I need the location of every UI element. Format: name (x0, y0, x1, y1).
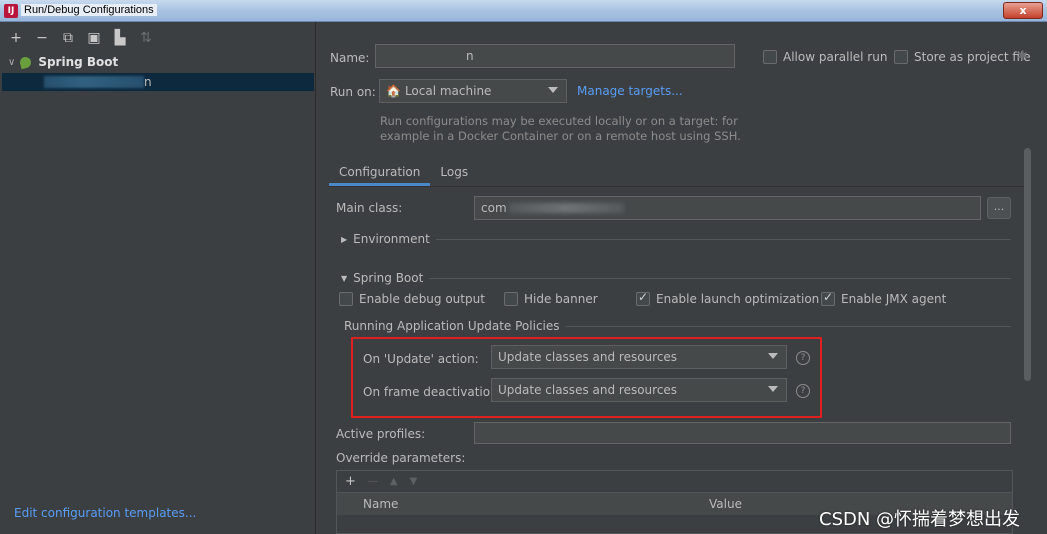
on-update-value: Update classes and resources (498, 350, 678, 364)
tab-configuration[interactable]: Configuration (329, 160, 431, 186)
name-field[interactable]: n (375, 44, 735, 68)
configuration-editor: Name: n Allow parallel run Store as proj… (317, 22, 1047, 534)
on-frame-value: Update classes and resources (498, 383, 678, 397)
tree-item-label: n (144, 75, 152, 89)
tab-logs[interactable]: Logs (430, 160, 478, 186)
tree-node-label: Spring Boot (38, 55, 119, 69)
launch-optimization-label: Enable launch optimization (656, 292, 820, 306)
active-profiles-label: Active profiles: (336, 427, 426, 441)
on-update-label: On 'Update' action: (363, 352, 479, 366)
redacted-name (44, 76, 144, 88)
jmx-agent-label: Enable JMX agent (841, 292, 947, 306)
on-frame-label: On frame deactivation: (363, 385, 502, 399)
sort-icon[interactable]: ⇅ (138, 30, 154, 46)
hide-banner-checkbox[interactable] (504, 292, 518, 306)
help-icon[interactable]: ? (796, 384, 810, 398)
remove-icon[interactable]: — (368, 476, 378, 487)
home-icon: 🏠 (386, 84, 401, 98)
launch-optimization-checkbox[interactable] (636, 290, 650, 306)
section-divider (565, 325, 1011, 327)
redacted-class (509, 203, 624, 213)
move-into-folder-icon[interactable]: ▙ (112, 30, 128, 46)
hide-banner-label: Hide banner (524, 292, 598, 306)
collapse-triangle-icon[interactable]: ▼ (341, 274, 347, 283)
expand-triangle-icon[interactable]: ▶ (341, 235, 347, 244)
watermark: CSDN @怀揣着梦想出发 (819, 509, 1021, 530)
debug-output-checkbox[interactable] (339, 292, 353, 306)
manage-targets-link[interactable]: Manage targets... (577, 84, 683, 98)
hint-line-1: Run configurations may be executed local… (380, 114, 738, 128)
add-icon[interactable]: + (345, 474, 356, 489)
move-down-icon[interactable]: ▼ (410, 476, 418, 487)
spring-boot-icon (20, 56, 33, 68)
store-project-label: Store as project file (914, 50, 1031, 64)
help-icon[interactable]: ? (796, 351, 810, 365)
window-title: Run/Debug Configurations (21, 4, 157, 16)
column-header-name[interactable]: Name (363, 497, 398, 511)
table-toolbar: + — ▲ ▼ (337, 471, 1012, 493)
sidebar-toolbar: + − ⧉ ▣ ▙ ⇅ (8, 28, 154, 48)
remove-icon[interactable]: − (34, 30, 50, 46)
spring-boot-section[interactable]: ▼ Spring Boot (341, 271, 1011, 285)
on-update-select[interactable]: Update classes and resources (491, 345, 787, 369)
chevron-down-icon (768, 353, 778, 359)
active-profiles-field[interactable] (474, 422, 1011, 444)
run-on-select[interactable]: 🏠 Local machine (379, 79, 567, 103)
main-class-value: com (481, 201, 507, 215)
name-label: Name: (330, 51, 370, 65)
run-on-label: Run on: (330, 85, 376, 99)
add-icon[interactable]: + (8, 30, 24, 46)
close-button[interactable]: x (1003, 2, 1043, 19)
configurations-sidebar: + − ⧉ ▣ ▙ ⇅ ∨ Spring Boot n Edit configu… (0, 22, 316, 534)
copy-icon[interactable]: ⧉ (60, 30, 76, 46)
environment-label: Environment (353, 232, 430, 246)
section-divider (435, 238, 1011, 240)
override-params-label: Override parameters: (336, 451, 466, 465)
save-icon[interactable]: ▣ (86, 30, 102, 46)
section-divider (429, 277, 1011, 279)
tree-node-spring-boot[interactable]: ∨ Spring Boot (8, 53, 118, 71)
tabs-bar: Configuration Logs (329, 160, 478, 186)
browse-class-button[interactable]: ... (987, 197, 1011, 219)
run-on-hint: Run configurations may be executed local… (380, 114, 741, 144)
debug-output-label: Enable debug output (359, 292, 485, 306)
main-class-field[interactable]: com (474, 196, 981, 220)
chevron-down-icon (548, 87, 558, 93)
vertical-scrollbar[interactable] (1024, 148, 1031, 381)
update-policies-section: Running Application Update Policies (344, 319, 1011, 333)
intellij-app-icon: IJ (4, 4, 18, 18)
column-header-value[interactable]: Value (709, 497, 742, 511)
on-frame-select[interactable]: Update classes and resources (491, 378, 787, 402)
store-project-checkbox[interactable] (894, 50, 908, 64)
hint-line-2: example in a Docker Container or on a re… (380, 129, 741, 143)
window-titlebar: IJ Run/Debug Configurations x (0, 0, 1047, 22)
chevron-down-icon (768, 386, 778, 392)
allow-parallel-checkbox[interactable] (763, 50, 777, 64)
name-field-value: n (466, 49, 474, 63)
move-up-icon[interactable]: ▲ (390, 476, 398, 487)
jmx-agent-checkbox[interactable] (821, 290, 835, 306)
gear-icon[interactable]: ✱ (1017, 49, 1028, 64)
run-on-value: Local machine (404, 84, 492, 98)
chevron-down-icon[interactable]: ∨ (8, 57, 15, 68)
edit-templates-link[interactable]: Edit configuration templates... (14, 506, 196, 520)
configuration-tab-content: Main class: com ... ▶ Environment ▼ Spri… (329, 187, 1029, 534)
update-policies-label: Running Application Update Policies (344, 319, 560, 333)
environment-section[interactable]: ▶ Environment (341, 232, 1011, 246)
tree-item-application[interactable]: n (2, 73, 314, 91)
allow-parallel-label: Allow parallel run (783, 50, 888, 64)
spring-boot-section-label: Spring Boot (353, 271, 424, 285)
main-class-label: Main class: (336, 201, 403, 215)
